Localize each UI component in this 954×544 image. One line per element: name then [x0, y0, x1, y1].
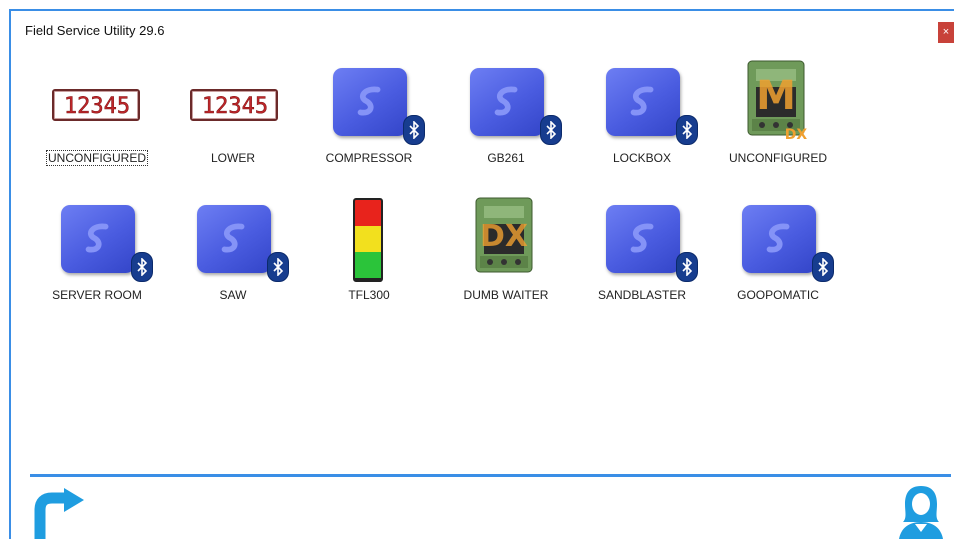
device-tile-tfl300[interactable]: TFL300: [309, 198, 429, 310]
bluetooth-sensor-icon: [470, 68, 562, 145]
device-label: GB261: [487, 151, 525, 165]
device-tile-goopomatic[interactable]: GOOPOMATIC: [718, 200, 838, 310]
device-label: SANDBLASTER: [597, 288, 687, 302]
device-tile-lower[interactable]: 12345 LOWER: [173, 63, 293, 173]
bluetooth-icon: [540, 115, 562, 145]
device-tile-dumb-waiter[interactable]: DX DUMB WAITER: [446, 194, 566, 304]
device-tile-lockbox[interactable]: LOCKBOX: [582, 63, 702, 173]
device-tile-server-room[interactable]: SERVER ROOM: [37, 200, 157, 310]
device-tile-gb261[interactable]: GB261: [446, 63, 566, 173]
bluetooth-sensor-icon: [742, 205, 834, 282]
device-label: UNCONFIGURED: [729, 151, 827, 165]
svg-text:M: M: [756, 73, 796, 119]
bluetooth-icon: [403, 115, 425, 145]
window-title: Field Service Utility 29.6: [25, 23, 165, 38]
bluetooth-icon: [267, 252, 289, 282]
led-counter-icon: 12345: [190, 89, 278, 121]
device-label: SAW: [219, 288, 247, 302]
bluetooth-icon: [676, 115, 698, 145]
bluetooth-sensor-icon: [606, 68, 698, 145]
device-tile-unconfigured-2[interactable]: M DX UNCONFIGURED: [718, 57, 838, 167]
footer-divider: [30, 474, 951, 477]
back-arrow-icon[interactable]: [26, 488, 86, 539]
device-tile-compressor[interactable]: COMPRESSOR: [309, 63, 429, 173]
bluetooth-sensor-icon: [197, 205, 289, 282]
device-label: GOOPOMATIC: [737, 288, 819, 302]
svg-text:DX: DX: [480, 219, 528, 254]
bluetooth-icon: [812, 252, 834, 282]
bluetooth-icon: [676, 252, 698, 282]
device-label: UNCONFIGURED: [46, 150, 148, 166]
din-rail-module-icon: DX: [470, 194, 533, 274]
bluetooth-sensor-icon: [333, 68, 425, 145]
device-tile-sandblaster[interactable]: SANDBLASTER: [582, 200, 702, 310]
device-tile-unconfigured-1[interactable]: 12345 UNCONFIGURED: [37, 63, 157, 173]
device-label: DUMB WAITER: [463, 288, 549, 302]
window-border-left: [9, 9, 11, 539]
close-button[interactable]: ×: [938, 22, 954, 43]
bluetooth-sensor-icon: [606, 205, 698, 282]
support-agent-icon[interactable]: [893, 484, 949, 539]
svg-text:DX: DX: [785, 127, 808, 143]
window-border-top: [9, 9, 954, 11]
din-rail-module-icon: M DX: [742, 57, 807, 143]
svg-text:12345: 12345: [202, 94, 268, 116]
device-label: LOCKBOX: [612, 151, 672, 165]
device-label: TFL300: [348, 288, 390, 302]
device-label: COMPRESSOR: [325, 151, 413, 165]
led-counter-icon: 12345: [52, 89, 140, 121]
svg-text:12345: 12345: [64, 94, 130, 116]
bluetooth-icon: [131, 252, 153, 282]
device-label: SERVER ROOM: [52, 288, 142, 302]
device-label: LOWER: [210, 151, 255, 165]
traffic-light-icon: [353, 198, 383, 282]
device-tile-saw[interactable]: SAW: [173, 200, 293, 310]
bluetooth-sensor-icon: [61, 205, 153, 282]
